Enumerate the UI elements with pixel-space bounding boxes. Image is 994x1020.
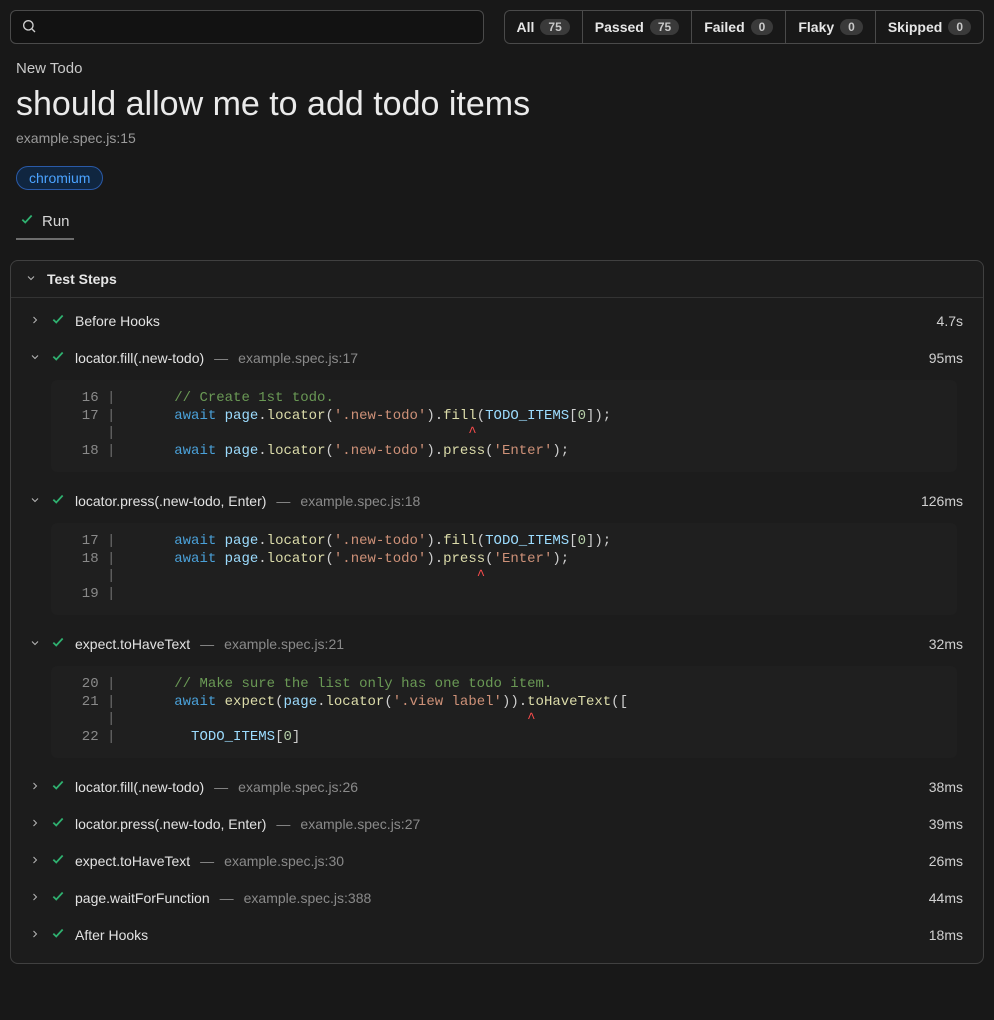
- step-location: example.spec.js:30: [224, 853, 344, 869]
- chevron-down-icon: [25, 271, 37, 287]
- step-duration: 39ms: [929, 816, 963, 832]
- panel-header[interactable]: Test Steps: [11, 261, 983, 298]
- filter-count: 0: [751, 19, 774, 35]
- check-icon: [51, 815, 65, 832]
- step-location: example.spec.js:27: [300, 816, 420, 832]
- chevron-icon: [29, 927, 41, 943]
- step-location: example.spec.js:17: [238, 350, 358, 366]
- step-row[interactable]: expect.toHaveText — example.spec.js:30 26…: [11, 842, 983, 879]
- check-icon: [51, 312, 65, 329]
- check-icon: [51, 349, 65, 366]
- step-location: example.spec.js:26: [238, 779, 358, 795]
- step-row[interactable]: locator.fill(.new-todo) — example.spec.j…: [11, 768, 983, 805]
- check-icon: [51, 926, 65, 943]
- test-steps-panel: Test Steps Before Hooks 4.7s locator.fill(…: [10, 260, 984, 964]
- filter-count: 0: [840, 19, 863, 35]
- step-name: After Hooks: [75, 927, 148, 943]
- code-block: 20 | // Make sure the list only has one …: [51, 666, 957, 758]
- search-input-wrapper[interactable]: [10, 10, 484, 44]
- step-row[interactable]: locator.fill(.new-todo) — example.spec.j…: [11, 339, 983, 376]
- top-bar: All 75 Passed 75 Failed 0 Flaky 0 Skipped 0: [0, 0, 994, 54]
- step-duration: 26ms: [929, 853, 963, 869]
- filter-count: 75: [540, 19, 569, 35]
- test-title: should allow me to add todo items: [16, 85, 978, 124]
- search-input[interactable]: [45, 19, 473, 35]
- step-location: example.spec.js:21: [224, 636, 344, 652]
- step-duration: 4.7s: [937, 313, 963, 329]
- step-name: page.waitForFunction: [75, 890, 210, 906]
- filter-label: All: [517, 19, 535, 35]
- step-sep: —: [220, 890, 234, 906]
- chevron-icon: [29, 350, 41, 366]
- filter-all[interactable]: All 75: [505, 11, 583, 43]
- code-block: 16 | // Create 1st todo. 17 | await page…: [51, 380, 957, 472]
- step-duration: 38ms: [929, 779, 963, 795]
- step-name: locator.press(.new-todo, Enter): [75, 493, 266, 509]
- chevron-icon: [29, 636, 41, 652]
- project-chip[interactable]: chromium: [16, 166, 103, 190]
- code-block: 17 | await page.locator('.new-todo').fil…: [51, 523, 957, 615]
- chevron-icon: [29, 779, 41, 795]
- step-duration: 18ms: [929, 927, 963, 943]
- check-icon: [51, 778, 65, 795]
- step-row[interactable]: locator.press(.new-todo, Enter) — exampl…: [11, 805, 983, 842]
- step-duration: 95ms: [929, 350, 963, 366]
- step-row[interactable]: expect.toHaveText — example.spec.js:21 32…: [11, 625, 983, 662]
- run-label: Run: [42, 213, 70, 230]
- chevron-icon: [29, 816, 41, 832]
- filter-flaky[interactable]: Flaky 0: [786, 11, 876, 43]
- run-tab[interactable]: Run: [16, 206, 978, 238]
- filter-label: Failed: [704, 19, 744, 35]
- check-icon: [51, 852, 65, 869]
- step-duration: 126ms: [921, 493, 963, 509]
- step-name: locator.press(.new-todo, Enter): [75, 816, 266, 832]
- check-icon: [20, 212, 34, 230]
- filter-bar: All 75 Passed 75 Failed 0 Flaky 0 Skipped 0: [504, 10, 984, 44]
- step-row[interactable]: After Hooks 18ms: [11, 916, 983, 953]
- panel-title: Test Steps: [47, 271, 117, 287]
- filter-count: 75: [650, 19, 679, 35]
- step-sep: —: [200, 853, 214, 869]
- step-sep: —: [214, 350, 228, 366]
- step-duration: 44ms: [929, 890, 963, 906]
- filter-label: Passed: [595, 19, 644, 35]
- step-name: Before Hooks: [75, 313, 160, 329]
- filter-skipped[interactable]: Skipped 0: [876, 11, 983, 43]
- check-icon: [51, 635, 65, 652]
- step-name: expect.toHaveText: [75, 853, 190, 869]
- check-icon: [51, 889, 65, 906]
- step-row[interactable]: page.waitForFunction — example.spec.js:3…: [11, 879, 983, 916]
- step-duration: 32ms: [929, 636, 963, 652]
- file-location: example.spec.js:15: [16, 130, 978, 146]
- filter-passed[interactable]: Passed 75: [583, 11, 692, 43]
- chevron-icon: [29, 853, 41, 869]
- steps-list: Before Hooks 4.7s locator.fill(.new-todo) …: [11, 298, 983, 963]
- test-header: New Todo should allow me to add todo ite…: [0, 54, 994, 240]
- chevron-icon: [29, 890, 41, 906]
- filter-count: 0: [948, 19, 971, 35]
- step-row[interactable]: locator.press(.new-todo, Enter) — exampl…: [11, 482, 983, 519]
- step-sep: —: [200, 636, 214, 652]
- suite-name: New Todo: [16, 60, 978, 77]
- step-name: expect.toHaveText: [75, 636, 190, 652]
- step-sep: —: [276, 816, 290, 832]
- filter-label: Skipped: [888, 19, 942, 35]
- run-tab-underline: [16, 238, 74, 240]
- step-location: example.spec.js:18: [300, 493, 420, 509]
- chevron-icon: [29, 493, 41, 509]
- step-sep: —: [276, 493, 290, 509]
- step-name: locator.fill(.new-todo): [75, 350, 204, 366]
- chevron-icon: [29, 313, 41, 329]
- search-icon: [21, 18, 37, 37]
- step-sep: —: [214, 779, 228, 795]
- step-location: example.spec.js:388: [244, 890, 372, 906]
- filter-label: Flaky: [798, 19, 834, 35]
- step-name: locator.fill(.new-todo): [75, 779, 204, 795]
- check-icon: [51, 492, 65, 509]
- step-row[interactable]: Before Hooks 4.7s: [11, 302, 983, 339]
- filter-failed[interactable]: Failed 0: [692, 11, 786, 43]
